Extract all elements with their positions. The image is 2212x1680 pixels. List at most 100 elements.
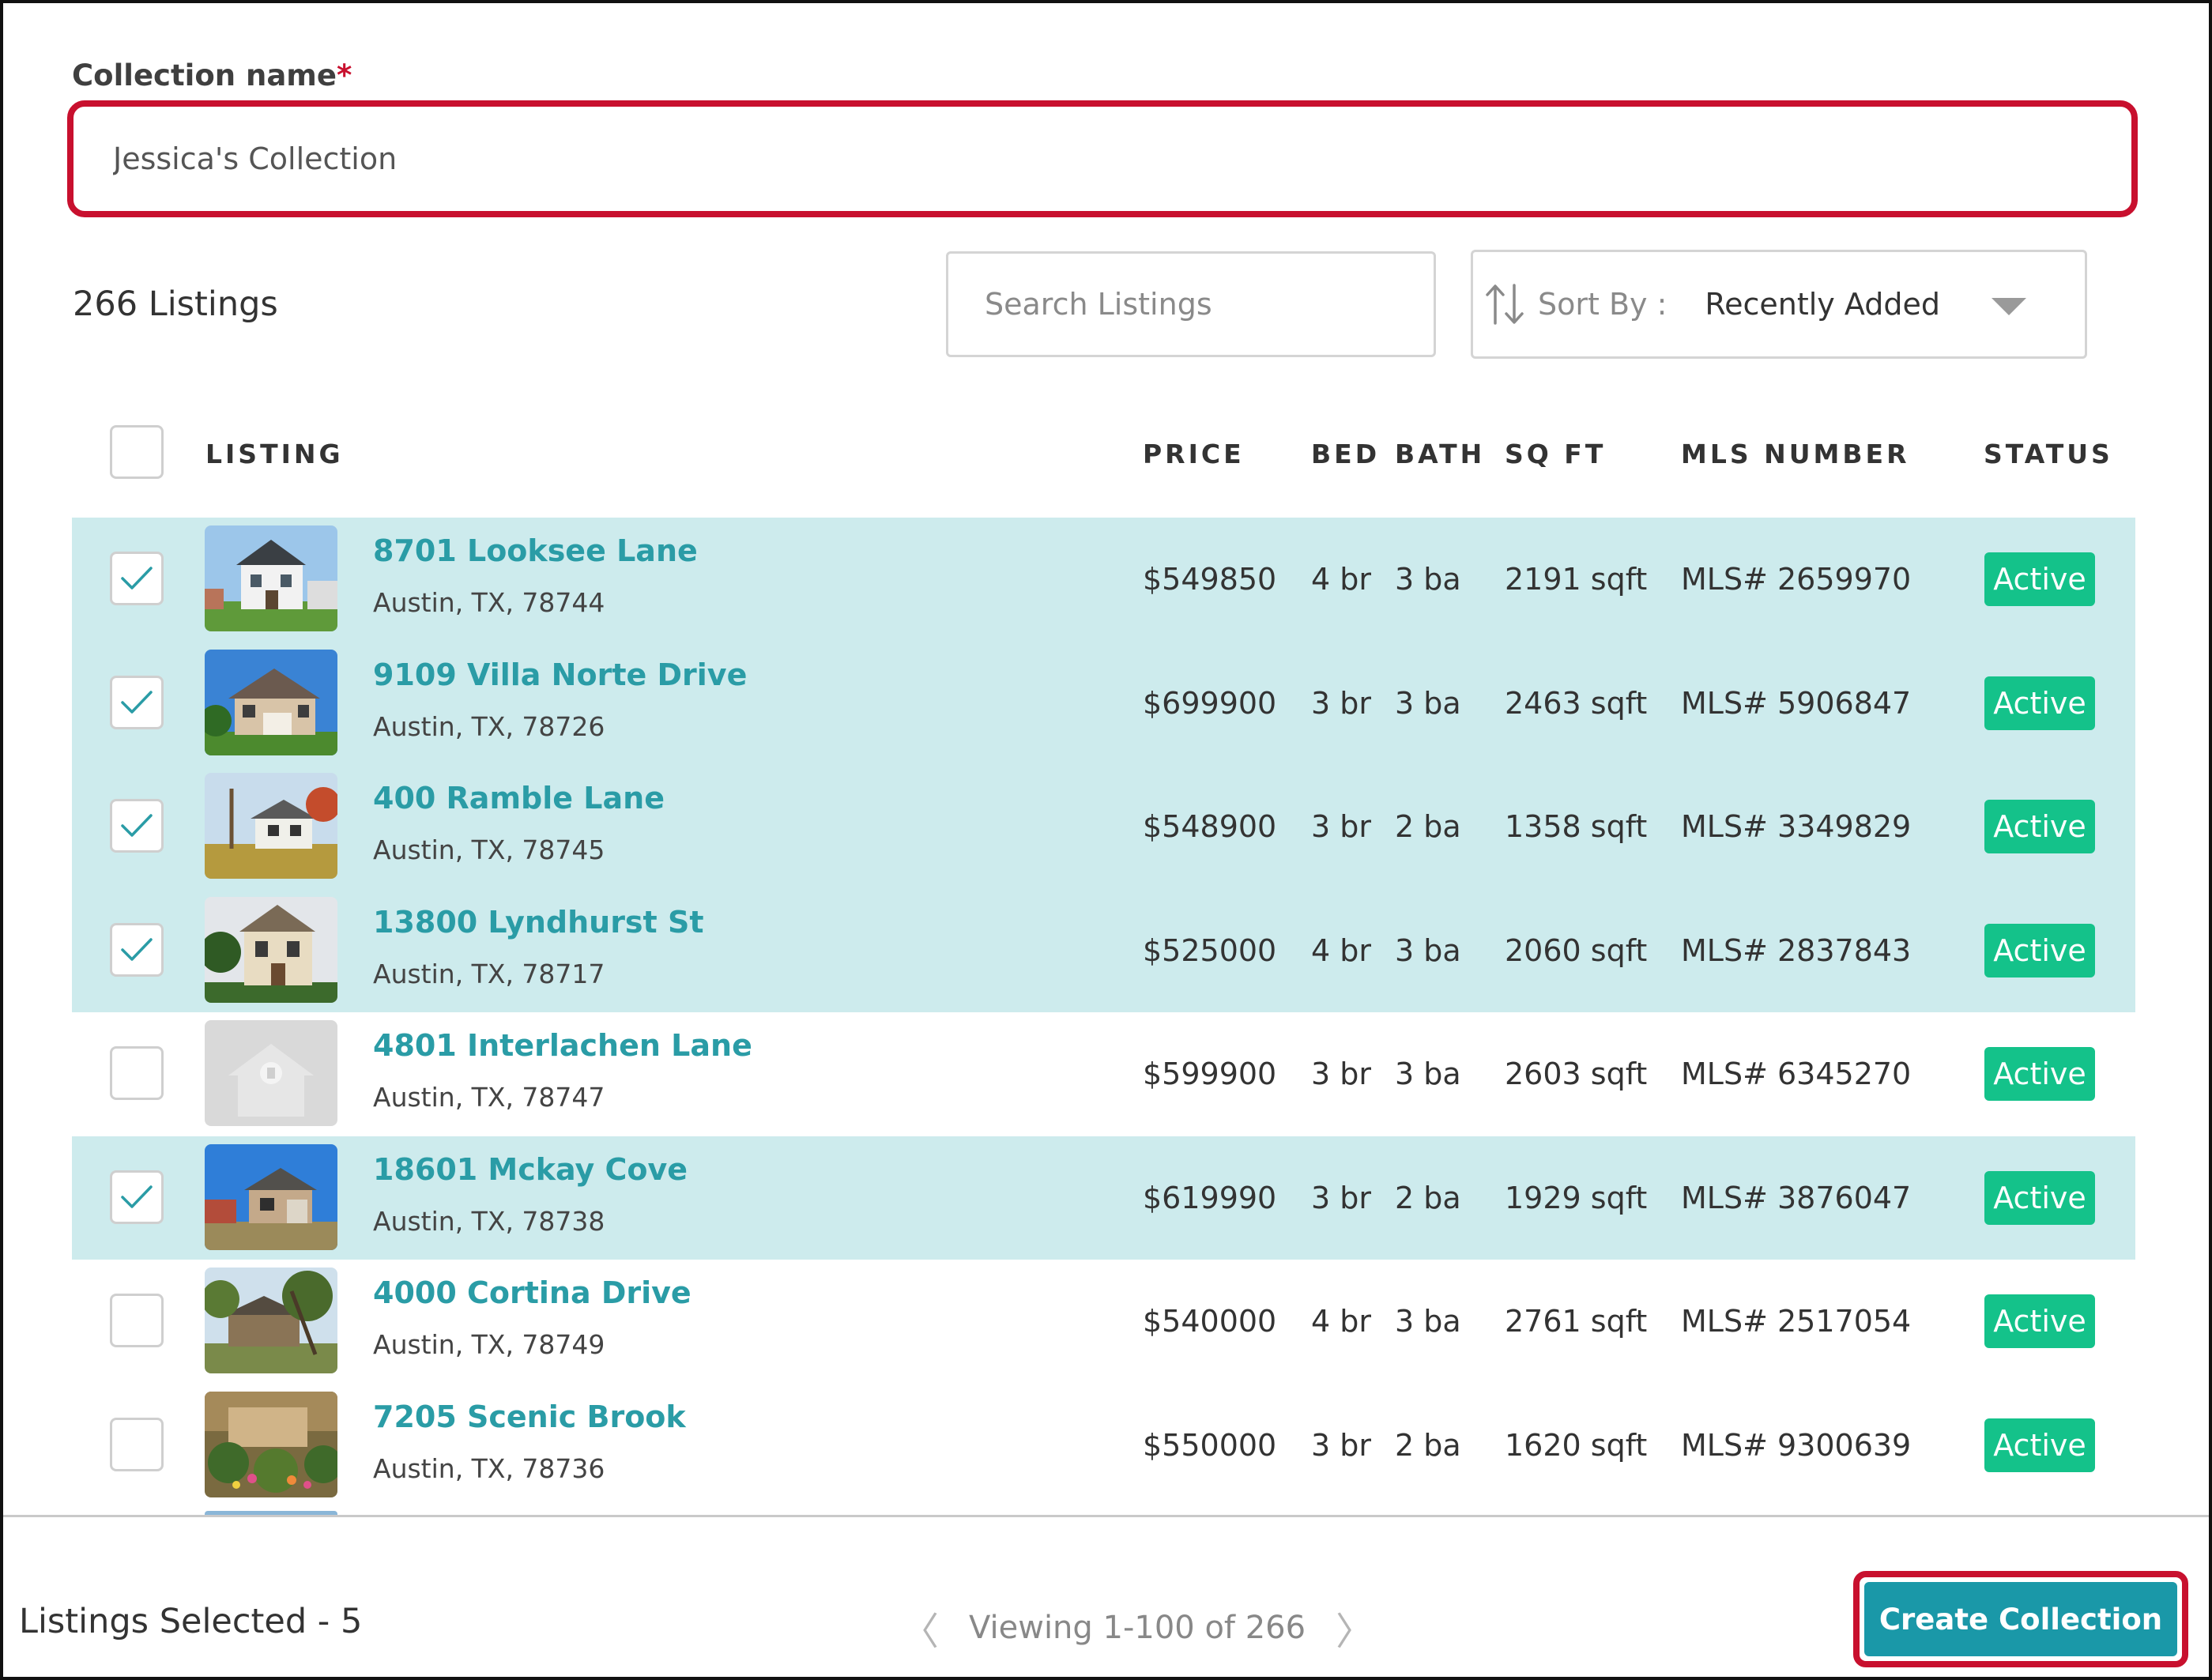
row-checkbox[interactable] (110, 1294, 164, 1347)
listing-thumbnail[interactable] (205, 525, 337, 631)
row-checkbox[interactable] (110, 799, 164, 853)
pagination: 〈 Viewing 1-100 of 266 〉 (901, 1600, 1374, 1656)
sort-dropdown[interactable]: Sort By : Recently Added (1471, 250, 2087, 359)
header-bed[interactable]: BED (1311, 439, 1380, 469)
row-checkbox[interactable] (110, 1170, 164, 1224)
listing-thumbnail[interactable] (205, 1020, 337, 1126)
listing-sqft: 2191 sqft (1505, 562, 1648, 597)
listing-baths: 3 ba (1395, 685, 1461, 721)
required-asterisk: * (336, 58, 352, 92)
row-checkbox[interactable] (110, 1046, 164, 1100)
footer-divider (3, 1515, 2209, 1517)
create-collection-highlight: Create Collection (1853, 1571, 2188, 1667)
collection-name-input[interactable] (81, 115, 2123, 203)
listing-address-link[interactable]: 400 Ramble Lane (373, 781, 665, 816)
header-listing: LISTING (205, 439, 344, 469)
table-row[interactable]: 4000 Cortina Drive Austin, TX, 78749 $5400… (72, 1260, 2135, 1384)
checkmark-icon (121, 937, 153, 961)
row-checkbox[interactable] (110, 675, 164, 729)
header-price[interactable]: PRICE (1143, 439, 1245, 469)
listing-address-link[interactable]: 7205 Scenic Brook (373, 1399, 686, 1434)
listing-address-link[interactable]: 8701 Looksee Lane (373, 533, 698, 568)
status-badge: Active (1984, 1047, 2095, 1101)
listing-beds: 3 br (1311, 685, 1371, 721)
listing-thumbnail[interactable] (205, 1391, 337, 1497)
table-row[interactable]: 18601 Mckay Cove Austin, TX, 78738 $619990… (72, 1136, 2135, 1260)
listings-selected-count: Listings Selected - 5 (19, 1602, 363, 1641)
status-badge: Active (1984, 1418, 2095, 1472)
table-row[interactable]: 9109 Villa Norte Drive Austin, TX, 78726 $… (72, 641, 2135, 765)
chevron-down-icon (1992, 298, 2026, 315)
collection-name-label-text: Collection name (72, 58, 337, 92)
collection-name-highlight (67, 100, 2138, 217)
status-badge: Active (1984, 1170, 2095, 1225)
checkmark-icon (121, 690, 153, 714)
listing-thumbnail[interactable] (205, 1268, 337, 1373)
table-row[interactable]: 4801 Interlachen Lane Austin, TX, 78747 $5… (72, 1012, 2135, 1136)
row-checkbox[interactable] (110, 922, 164, 977)
listing-sqft: 1929 sqft (1505, 1180, 1648, 1215)
table-row[interactable]: 7205 Scenic Brook Austin, TX, 78736 $55000… (72, 1384, 2135, 1508)
listing-address-link[interactable]: 13800 Lyndhurst St (373, 905, 703, 940)
listing-sqft: 2761 sqft (1505, 1304, 1648, 1339)
listing-mls-number: MLS# 3349829 (1681, 809, 1912, 844)
row-checkbox[interactable] (110, 552, 164, 605)
sort-arrows-icon (1481, 282, 1528, 326)
checkmark-icon (121, 567, 153, 590)
search-listings-input[interactable] (946, 251, 1436, 357)
listing-mls-number: MLS# 2659970 (1681, 562, 1912, 597)
sort-by-value: Recently Added (1705, 287, 1940, 322)
table-row[interactable]: 13800 Lyndhurst St Austin, TX, 78717 $5250… (72, 888, 2135, 1012)
listing-beds: 3 br (1311, 809, 1371, 844)
listing-beds: 4 br (1311, 1304, 1371, 1339)
listing-sqft: 2463 sqft (1505, 685, 1648, 721)
status-badge: Active (1984, 800, 2095, 853)
listing-city: Austin, TX, 78736 (373, 1452, 605, 1484)
listing-city: Austin, TX, 78749 (373, 1329, 605, 1360)
listing-price: $549850 (1143, 562, 1277, 597)
header-sqft[interactable]: SQ FT (1505, 439, 1606, 469)
listing-address-link[interactable]: 4000 Cortina Drive (373, 1275, 691, 1310)
listing-beds: 3 br (1311, 1427, 1371, 1463)
listing-thumbnail[interactable] (205, 773, 337, 879)
checkmark-icon (121, 814, 153, 837)
listing-sqft: 1620 sqft (1505, 1427, 1648, 1463)
listing-thumbnail[interactable] (205, 649, 337, 755)
header-mls-number[interactable]: MLS NUMBER (1681, 439, 1909, 469)
listing-price: $619990 (1143, 1180, 1277, 1215)
listing-city: Austin, TX, 78717 (373, 958, 605, 989)
sort-by-label: Sort By : (1538, 287, 1667, 322)
chevron-left-icon[interactable]: 〈 (901, 1600, 939, 1656)
header-status[interactable]: STATUS (1984, 439, 2113, 469)
listing-address-link[interactable]: 9109 Villa Norte Drive (373, 657, 747, 692)
listing-city: Austin, TX, 78745 (373, 834, 605, 865)
status-badge: Active (1984, 923, 2095, 977)
row-checkbox[interactable] (110, 1417, 164, 1471)
chevron-right-icon[interactable]: 〉 (1336, 1600, 1374, 1656)
listing-city: Austin, TX, 78744 (373, 587, 605, 618)
listing-thumbnail[interactable] (205, 1143, 337, 1250)
collection-name-label: Collection name* (72, 58, 352, 92)
listing-sqft: 1358 sqft (1505, 809, 1648, 844)
listing-baths: 3 ba (1395, 1057, 1461, 1091)
listing-price: $548900 (1143, 809, 1277, 844)
select-all-checkbox[interactable] (110, 425, 164, 479)
listing-thumbnail[interactable] (205, 896, 337, 1003)
listing-beds: 4 br (1311, 932, 1371, 968)
listing-mls-number: MLS# 2517054 (1681, 1304, 1912, 1339)
listing-baths: 3 ba (1395, 1304, 1461, 1339)
header-bath[interactable]: BATH (1395, 439, 1485, 469)
table-row[interactable]: 8701 Looksee Lane Austin, TX, 78744 $54985… (72, 518, 2135, 642)
listing-count: 266 Listings (73, 284, 278, 324)
listing-mls-number: MLS# 3876047 (1681, 1180, 1912, 1215)
status-badge: Active (1984, 1294, 2095, 1348)
listing-price: $550000 (1143, 1427, 1277, 1463)
listing-address-link[interactable]: 18601 Mckay Cove (373, 1152, 688, 1187)
listing-city: Austin, TX, 78726 (373, 710, 605, 742)
create-collection-button[interactable]: Create Collection (1864, 1582, 2177, 1656)
listing-address-link[interactable]: 4801 Interlachen Lane (373, 1028, 752, 1063)
listing-baths: 2 ba (1395, 1427, 1461, 1463)
listings-table: 8701 Looksee Lane Austin, TX, 78744 $54985… (72, 518, 2135, 1507)
listing-baths: 3 ba (1395, 932, 1461, 968)
table-row[interactable]: 400 Ramble Lane Austin, TX, 78745 $548900 3… (72, 765, 2135, 889)
